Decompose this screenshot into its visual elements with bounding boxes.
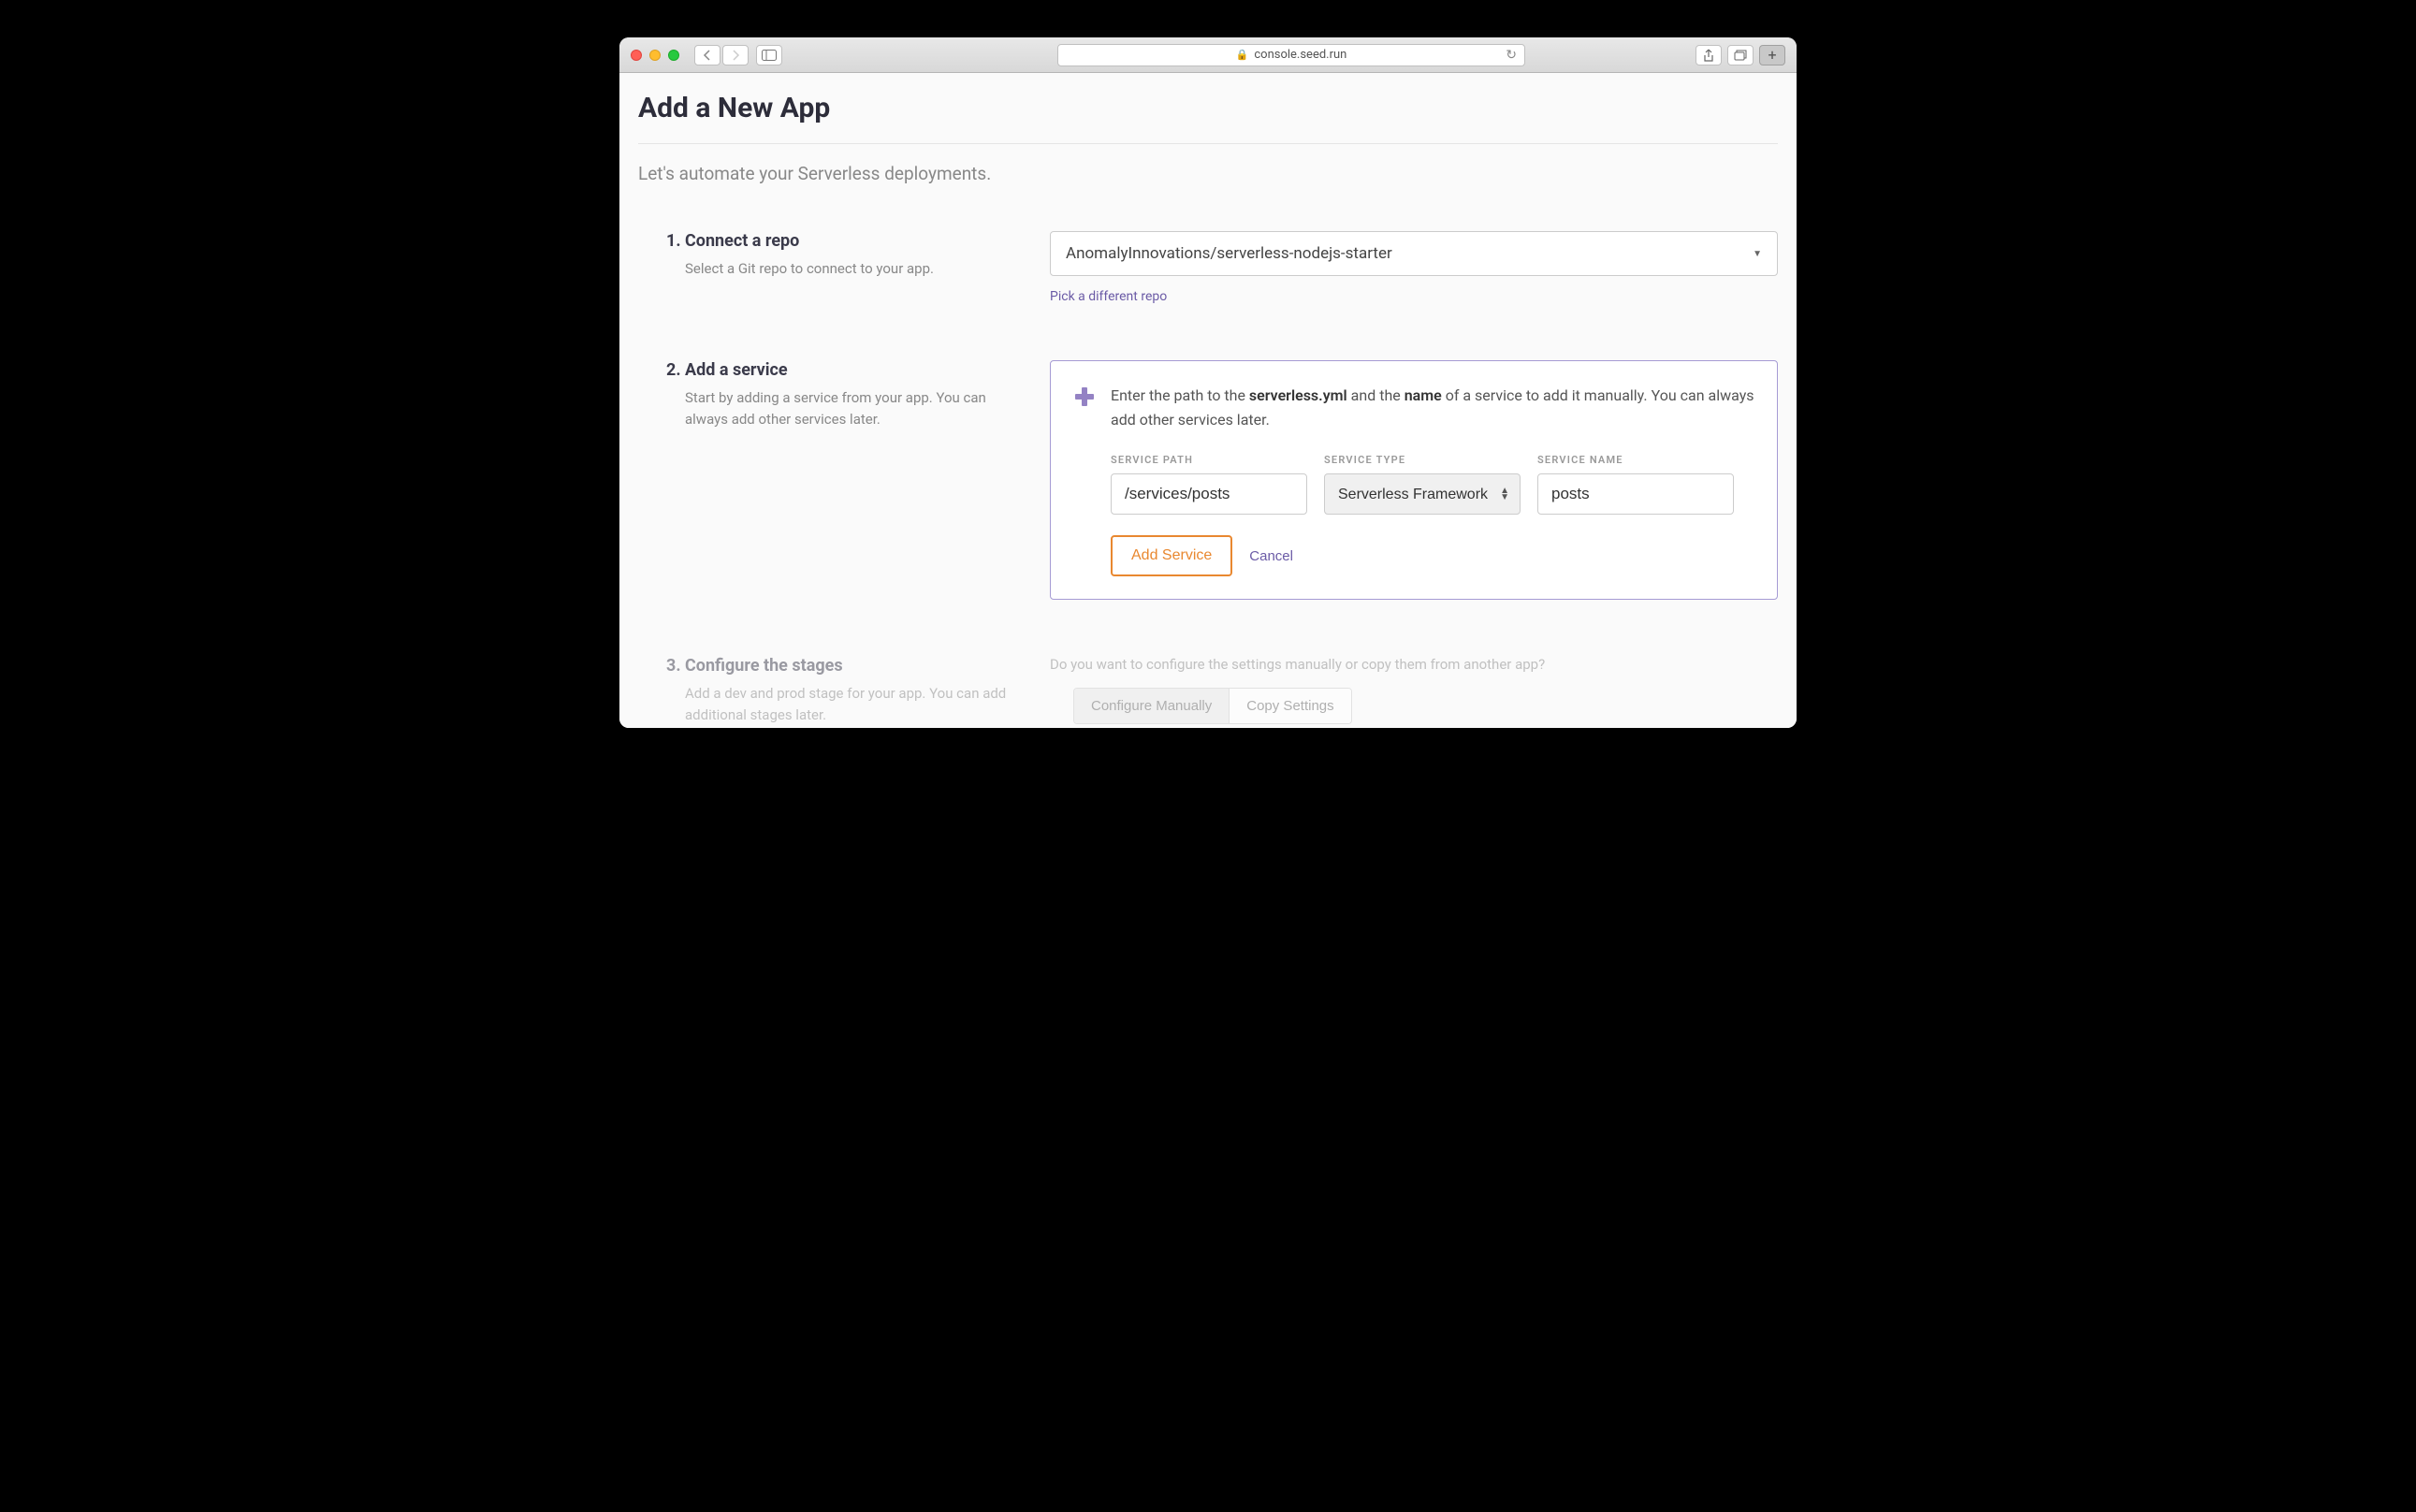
step3-heading: 3. Configure the stages: [666, 656, 1031, 676]
sidebar-toggle-button[interactable]: [756, 45, 782, 65]
step-configure-stages: 3. Configure the stages Add a dev and pr…: [666, 656, 1778, 725]
service-name-label: SERVICE NAME: [1537, 454, 1734, 466]
step1-description: Select a Git repo to connect to your app…: [666, 258, 1031, 280]
step2-heading: 2. Add a service: [666, 360, 1031, 380]
tabs-button[interactable]: [1727, 45, 1754, 65]
lock-icon: 🔒: [1236, 49, 1249, 61]
address-bar[interactable]: 🔒 console.seed.run ↻: [1057, 44, 1525, 66]
new-tab-button[interactable]: +: [1759, 45, 1785, 65]
step-add-service: 2. Add a service Start by adding a servi…: [666, 360, 1778, 600]
url-text: console.seed.run: [1254, 48, 1346, 62]
step1-heading: 1. Connect a repo: [666, 231, 1031, 251]
cancel-button[interactable]: Cancel: [1249, 548, 1293, 564]
config-toggle-group: Configure Manually Copy Settings: [1073, 688, 1352, 724]
service-type-label: SERVICE TYPE: [1324, 454, 1521, 466]
configure-manually-button[interactable]: Configure Manually: [1074, 689, 1230, 723]
step2-description: Start by adding a service from your app.…: [666, 387, 1031, 429]
divider: [638, 143, 1778, 144]
step-connect-repo: 1. Connect a repo Select a Git repo to c…: [666, 231, 1778, 304]
pick-different-repo-link[interactable]: Pick a different repo: [1050, 289, 1167, 304]
page-subtitle: Let's automate your Serverless deploymen…: [638, 163, 1778, 184]
window-controls: [631, 50, 679, 61]
add-service-button[interactable]: Add Service: [1111, 535, 1232, 576]
service-panel: Enter the path to the serverless.yml and…: [1050, 360, 1778, 600]
refresh-icon[interactable]: ↻: [1506, 48, 1517, 63]
share-button[interactable]: [1696, 45, 1722, 65]
plus-icon: [1073, 385, 1096, 408]
step3-prompt: Do you want to configure the settings ma…: [1050, 656, 1778, 673]
service-path-input[interactable]: [1111, 473, 1307, 515]
service-instruction: Enter the path to the serverless.yml and…: [1111, 384, 1754, 431]
copy-settings-button[interactable]: Copy Settings: [1230, 689, 1350, 723]
maximize-window-button[interactable]: [668, 50, 679, 61]
chevron-down-icon: ▼: [1753, 249, 1762, 259]
nav-buttons-group: [694, 45, 749, 65]
forward-button[interactable]: [722, 45, 749, 65]
service-type-select[interactable]: Serverless Framework: [1324, 473, 1521, 515]
repo-dropdown[interactable]: AnomalyInnovations/serverless-nodejs-sta…: [1050, 231, 1778, 276]
service-name-input[interactable]: [1537, 473, 1734, 515]
service-form: SERVICE PATH SERVICE TYPE Serverless Fra…: [1073, 454, 1754, 576]
minimize-window-button[interactable]: [649, 50, 661, 61]
close-window-button[interactable]: [631, 50, 642, 61]
steps-container: 1. Connect a repo Select a Git repo to c…: [638, 231, 1778, 725]
back-button[interactable]: [694, 45, 720, 65]
page-content: Add a New App Let's automate your Server…: [619, 73, 1797, 728]
page-title: Add a New App: [638, 92, 1778, 124]
browser-window: 🔒 console.seed.run ↻ + Add a New App Let…: [619, 37, 1797, 728]
repo-selected-value: AnomalyInnovations/serverless-nodejs-sta…: [1066, 244, 1392, 263]
browser-toolbar: 🔒 console.seed.run ↻ +: [619, 37, 1797, 73]
service-path-label: SERVICE PATH: [1111, 454, 1307, 466]
step3-description: Add a dev and prod stage for your app. Y…: [666, 683, 1031, 725]
